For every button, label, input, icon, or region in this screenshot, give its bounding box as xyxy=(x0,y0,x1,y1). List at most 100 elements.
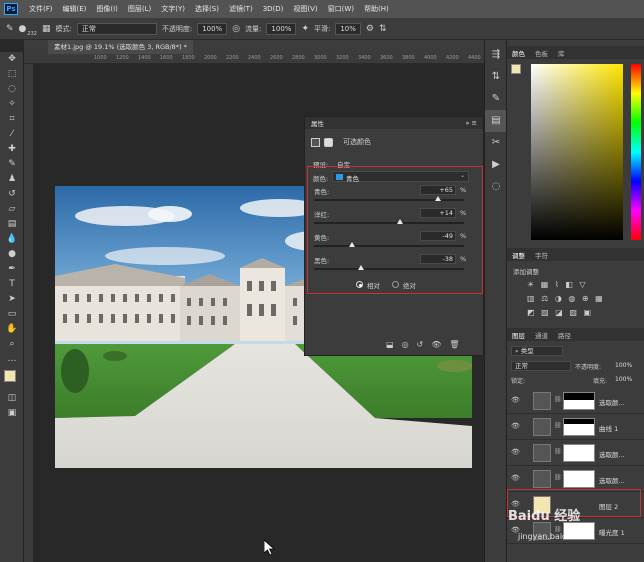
blend-mode-select[interactable]: 正常 xyxy=(511,361,571,371)
slider-thumb[interactable] xyxy=(349,242,356,247)
flow-input[interactable]: 100% xyxy=(266,22,297,35)
levels-icon[interactable]: ▦ xyxy=(541,280,551,289)
document-tab[interactable]: 素材1.jpg @ 19.1% (选取颜色 3, RGB/8*) * xyxy=(48,40,193,54)
menu-layer[interactable]: 图层(L) xyxy=(123,4,156,14)
slider-value-input[interactable]: -38 xyxy=(420,254,456,264)
link-icon[interactable]: ⛓ xyxy=(554,422,562,429)
invert-icon[interactable]: ◩ xyxy=(527,308,537,317)
curves-icon[interactable]: ⌇ xyxy=(555,280,561,289)
slider-thumb[interactable] xyxy=(396,219,403,224)
slider-value-input[interactable]: -49 xyxy=(420,231,456,241)
mask-icon[interactable] xyxy=(324,137,333,147)
view-previous-icon[interactable]: ◎ xyxy=(402,340,409,352)
path-select-icon[interactable]: ➤ xyxy=(0,292,24,307)
tab-swatches[interactable]: 色板 xyxy=(530,48,553,58)
history-brush-icon[interactable]: ↺ xyxy=(0,187,24,202)
dodge-tool-icon[interactable]: ● xyxy=(0,247,24,262)
mode-select[interactable]: 正常 xyxy=(76,22,157,35)
selective-color-icon[interactable]: ▣ xyxy=(583,308,593,317)
marquee-tool-icon[interactable]: ⬚ xyxy=(0,67,24,82)
radio-relative[interactable] xyxy=(356,281,363,288)
menu-window[interactable]: 窗口(W) xyxy=(323,4,359,14)
clone-stamp-icon[interactable]: ♟ xyxy=(0,172,24,187)
panel-menu-icon[interactable]: » ≡ xyxy=(466,119,478,127)
reset-icon[interactable]: ↺ xyxy=(417,340,424,352)
foreground-color-swatch[interactable] xyxy=(4,370,16,382)
history-icon[interactable]: ⇶ xyxy=(485,44,507,66)
lookup-icon[interactable]: ▦ xyxy=(595,294,605,303)
layer-mask-thumbnail[interactable] xyxy=(563,470,595,488)
gradient-tool-icon[interactable]: ▤ xyxy=(0,217,24,232)
brush-preset-icon[interactable]: ● xyxy=(19,23,27,35)
move-tool-icon[interactable]: ✥ xyxy=(0,52,24,67)
color-picker[interactable] xyxy=(511,64,521,74)
link-icon[interactable]: ⛓ xyxy=(554,448,562,455)
menu-type[interactable]: 文字(Y) xyxy=(156,4,190,14)
slider-track[interactable] xyxy=(314,268,464,270)
slider-thumb[interactable] xyxy=(434,196,441,201)
menu-edit[interactable]: 编辑(E) xyxy=(58,4,92,14)
tab-adjustments[interactable]: 调整 xyxy=(507,250,530,260)
hand-tool-icon[interactable]: ✋ xyxy=(0,322,24,337)
healing-brush-icon[interactable]: ✚ xyxy=(0,142,24,157)
type-tool-icon[interactable]: T xyxy=(0,277,24,292)
symmetry-icon[interactable]: ⇅ xyxy=(379,23,387,35)
color-field[interactable] xyxy=(531,64,623,240)
bw-icon[interactable]: ◑ xyxy=(555,294,564,303)
visibility-icon[interactable]: 👁 xyxy=(431,340,441,352)
menu-help[interactable]: 帮助(H) xyxy=(359,4,394,14)
brush-tool-icon[interactable]: ✎ xyxy=(0,157,24,172)
exposure-icon[interactable]: ◧ xyxy=(565,280,575,289)
zoom-tool-icon[interactable]: ⌕ xyxy=(0,337,24,352)
slider-thumb[interactable] xyxy=(357,265,364,270)
adjustment-icon[interactable] xyxy=(311,137,320,147)
crop-tool-icon[interactable]: ⌗ xyxy=(0,112,24,127)
hue-sat-icon[interactable]: ▥ xyxy=(527,294,537,303)
more-tools-icon[interactable]: … xyxy=(0,352,24,367)
airbrush-icon[interactable]: ✦ xyxy=(301,23,309,35)
adjust-icon[interactable]: ⇅ xyxy=(485,66,507,88)
rectangle-tool-icon[interactable]: ▭ xyxy=(0,307,24,322)
eraser-tool-icon[interactable]: ▱ xyxy=(0,202,24,217)
eye-icon[interactable]: 👁 xyxy=(511,422,520,430)
properties-icon[interactable]: ▤ xyxy=(485,110,507,132)
layer-mask-thumbnail[interactable] xyxy=(563,444,595,462)
photo-filter-icon[interactable]: ◍ xyxy=(568,294,577,303)
properties-panel-header[interactable]: 属性 » ≡ xyxy=(305,117,483,129)
radio-absolute[interactable] xyxy=(392,281,399,288)
eye-icon[interactable]: 👁 xyxy=(511,474,520,482)
slider-value-input[interactable]: +14 xyxy=(420,208,456,218)
gear-icon[interactable]: ⚙ xyxy=(366,23,374,35)
blur-tool-icon[interactable]: 💧 xyxy=(0,232,24,247)
channel-mixer-icon[interactable]: ⊕ xyxy=(582,294,591,303)
screen-mode-icon[interactable]: ▣ xyxy=(0,406,24,421)
slider-track[interactable] xyxy=(314,245,464,247)
colors-select[interactable]: 青色 ⌄ xyxy=(332,171,469,183)
fill-value[interactable]: 100% xyxy=(615,376,632,383)
vibrance-icon[interactable]: ▽ xyxy=(579,280,587,289)
tab-color[interactable]: 颜色 xyxy=(507,48,530,58)
brush-settings-icon[interactable]: ▦ xyxy=(42,23,51,35)
pressure-opacity-icon[interactable]: ◎ xyxy=(232,23,240,35)
layer-row[interactable]: 👁 ⛓ 选取颜... xyxy=(507,388,644,414)
eye-icon[interactable]: 👁 xyxy=(511,396,520,404)
trash-icon[interactable]: 🗑 xyxy=(449,340,459,352)
pen-tool-icon[interactable]: ✒ xyxy=(0,262,24,277)
layer-mask-thumbnail[interactable] xyxy=(563,418,595,436)
menu-filter[interactable]: 滤镜(T) xyxy=(224,4,258,14)
play-icon[interactable]: ▶ xyxy=(485,154,507,176)
bulb-icon[interactable]: ◌ xyxy=(485,176,507,198)
quick-select-icon[interactable]: ✧ xyxy=(0,97,24,112)
link-icon[interactable]: ⛓ xyxy=(554,474,562,481)
layer-opacity-value[interactable]: 100% xyxy=(615,362,632,369)
eyedropper-tool-icon[interactable]: ⁄ xyxy=(0,127,24,142)
lasso-tool-icon[interactable]: ◌ xyxy=(0,82,24,97)
menu-view[interactable]: 视图(V) xyxy=(288,4,322,14)
slider-track[interactable] xyxy=(314,199,464,201)
menu-3d[interactable]: 3D(D) xyxy=(258,5,289,13)
gradient-map-icon[interactable]: ▨ xyxy=(569,308,579,317)
color-swatches[interactable] xyxy=(0,367,23,391)
kind-filter[interactable]: ⌕ 类型 xyxy=(511,346,563,356)
tab-layers[interactable]: 图层 xyxy=(507,330,530,340)
layer-mask-thumbnail[interactable] xyxy=(563,392,595,410)
